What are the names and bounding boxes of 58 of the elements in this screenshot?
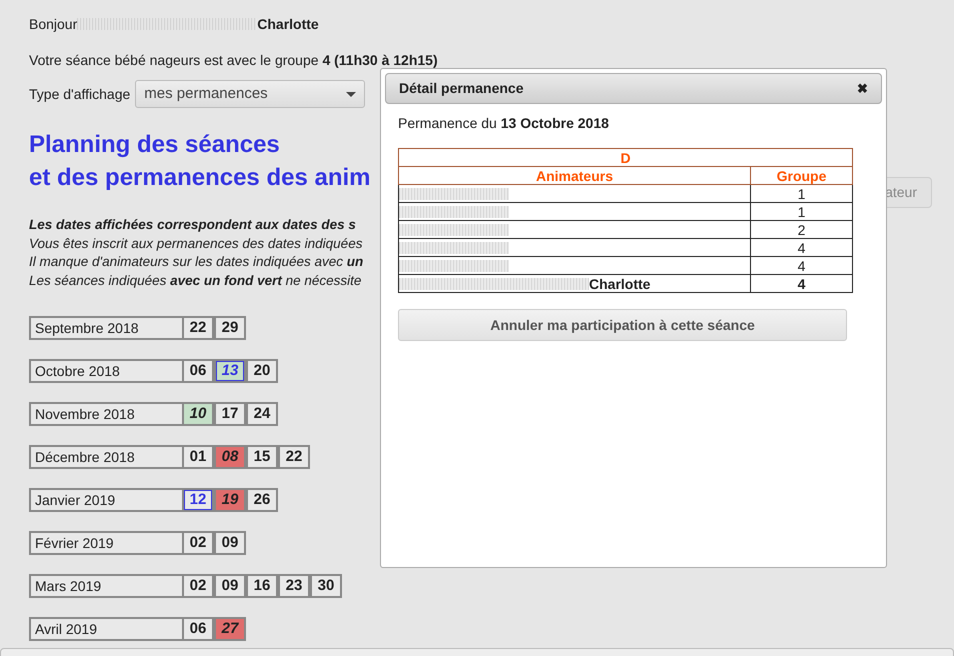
- close-button[interactable]: ✖: [857, 78, 868, 98]
- legend-text: Les dates affichées correspondent aux dates des s: [29, 216, 356, 234]
- day-cell[interactable]: 15: [246, 445, 278, 469]
- dialog-subtitle: Permanence du 13 Octobre 2018: [398, 114, 610, 133]
- day-cell[interactable]: 09: [214, 531, 246, 555]
- month-label: Novembre 2018: [29, 402, 182, 426]
- month-label: Septembre 2018: [29, 316, 182, 340]
- day-cell[interactable]: 23: [278, 574, 310, 598]
- greeting-label: Bonjour: [29, 14, 78, 34]
- day-cell[interactable]: 02: [182, 574, 214, 598]
- month-label: Avril 2019: [29, 617, 182, 641]
- month-label: Février 2019: [29, 531, 182, 555]
- column-header: Groupe: [750, 166, 852, 184]
- day-cell[interactable]: 22: [182, 316, 214, 340]
- day-cell[interactable]: 27: [214, 617, 246, 641]
- field-label: Type d'affichage: [29, 84, 130, 104]
- table-cell: 1: [750, 184, 852, 202]
- display-type-select[interactable]: mes permanences: [135, 80, 366, 108]
- caret-icon: [346, 92, 356, 96]
- day-cell[interactable]: 13: [214, 359, 246, 383]
- day-cell[interactable]: 30: [310, 574, 342, 598]
- day-cell[interactable]: 06: [182, 359, 214, 383]
- dialog-title: Détail permanence: [399, 79, 524, 98]
- table-cell: Charlotte: [589, 276, 650, 292]
- column-header: Animateurs: [398, 166, 750, 184]
- day-cell[interactable]: 17: [214, 402, 246, 426]
- day-cell[interactable]: 12: [182, 488, 214, 512]
- day-cell[interactable]: 09: [214, 574, 246, 598]
- table-cell: 4: [750, 256, 852, 274]
- month-label: Janvier 2019: [29, 488, 182, 512]
- table-cell: 2: [750, 220, 852, 238]
- page-heading: et des permanences des anim: [29, 163, 370, 193]
- day-cell[interactable]: 20: [246, 359, 278, 383]
- session-text: Votre séance bébé nageurs est avec le groupe 4 (11h30 à 12h15): [29, 51, 438, 68]
- day-cell[interactable]: 26: [246, 488, 278, 512]
- day-cell[interactable]: 10: [182, 402, 214, 426]
- day-cell[interactable]: 22: [278, 445, 310, 469]
- cancel-button[interactable]: Annuler ma participation à cette séance: [398, 309, 847, 341]
- month-label: Mars 2019: [29, 574, 182, 598]
- day-cell[interactable]: 02: [182, 531, 214, 555]
- day-cell[interactable]: 06: [182, 617, 214, 641]
- day-cell[interactable]: 29: [214, 316, 246, 340]
- legend-text: Il manque d'animateurs sur les dates indiquées avec un: [29, 253, 364, 271]
- day-cell[interactable]: 08: [214, 445, 246, 469]
- month-label: Décembre 2018: [29, 445, 182, 469]
- page-heading: Planning des séances: [29, 130, 280, 160]
- table-caption: D: [398, 148, 852, 166]
- table-cell: 1: [750, 202, 852, 220]
- table-cell: 4: [750, 274, 852, 292]
- table-cell: 4: [750, 238, 852, 256]
- legend-text: Vous êtes inscrit aux permanences des dates indiquées: [29, 234, 362, 253]
- legend-text: Les séances indiquées avec un fond vert ne nécessite: [29, 272, 362, 290]
- day-cell[interactable]: 16: [246, 574, 278, 598]
- day-cell[interactable]: 01: [182, 445, 214, 469]
- month-label: Octobre 2018: [29, 359, 182, 383]
- user-name: Charlotte: [257, 14, 319, 34]
- day-cell[interactable]: 19: [214, 488, 246, 512]
- day-cell[interactable]: 24: [246, 402, 278, 426]
